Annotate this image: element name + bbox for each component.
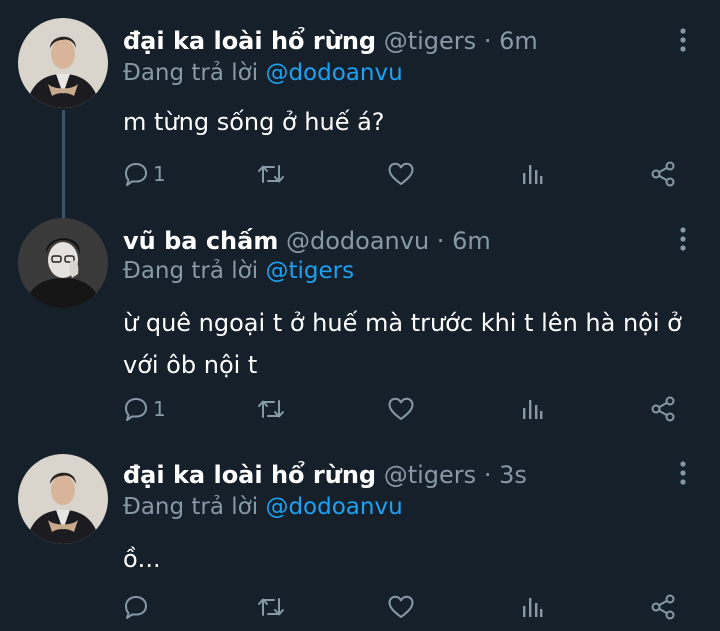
separator: · xyxy=(483,27,492,55)
mention-link[interactable]: @dodoanvu xyxy=(265,60,402,86)
analytics-button[interactable] xyxy=(520,591,544,623)
timestamp[interactable]: 3s xyxy=(499,461,527,489)
more-vertical-icon xyxy=(680,227,686,251)
more-options-button[interactable] xyxy=(672,460,694,486)
reply-count: 1 xyxy=(153,397,166,421)
tweet-header: đại ka loài hổ rừng @tigers · 6m xyxy=(123,26,538,56)
reply-button[interactable]: 1 xyxy=(123,393,166,425)
retweet-button[interactable] xyxy=(256,158,286,190)
display-name[interactable]: đại ka loài hổ rừng xyxy=(123,27,376,55)
retweet-icon xyxy=(258,400,284,418)
timestamp[interactable]: 6m xyxy=(499,27,538,55)
analytics-icon xyxy=(523,598,543,617)
like-button[interactable] xyxy=(387,393,415,425)
handle[interactable]: @tigers xyxy=(384,461,476,489)
tweet[interactable]: đại ka loài hổ rừng @tigers · 3s Đang tr… xyxy=(0,446,720,631)
handle[interactable]: @dodoanvu xyxy=(286,227,429,255)
tweet-text: ồ... xyxy=(123,545,161,573)
heart-icon xyxy=(388,162,414,185)
tweet-header: vũ ba chấm @dodoanvu · 6m xyxy=(123,226,491,256)
avatar-photo xyxy=(18,218,108,308)
display-name[interactable]: đại ka loài hổ rừng xyxy=(123,461,376,489)
avatar-photo xyxy=(18,18,108,108)
share-button[interactable] xyxy=(650,591,678,623)
like-button[interactable] xyxy=(387,591,415,623)
retweet-button[interactable] xyxy=(256,393,286,425)
avatar[interactable] xyxy=(18,218,108,308)
more-options-button[interactable] xyxy=(672,27,694,53)
separator: · xyxy=(483,461,492,489)
analytics-icon xyxy=(523,165,543,184)
share-icon xyxy=(651,396,675,422)
tweet-text: ừ quê ngoại t ở huế mà trước khi t lên h… xyxy=(123,309,682,379)
tweet[interactable]: vũ ba chấm @dodoanvu · 6m Đang trả lời @… xyxy=(0,218,720,446)
heart-icon xyxy=(388,595,414,618)
reply-button[interactable] xyxy=(123,591,153,623)
avatar[interactable] xyxy=(18,18,108,108)
analytics-button[interactable] xyxy=(520,158,544,190)
analytics-icon xyxy=(523,400,543,419)
reply-button[interactable]: 1 xyxy=(123,158,166,190)
replying-to: Đang trả lời @dodoanvu xyxy=(123,492,403,522)
tweet-header: đại ka loài hổ rừng @tigers · 3s xyxy=(123,460,527,490)
replying-to: Đang trả lời @tigers xyxy=(123,256,354,286)
tweet[interactable]: đại ka loài hổ rừng @tigers · 6m Đang tr… xyxy=(0,0,720,224)
avatar[interactable] xyxy=(18,454,108,544)
tweet-actions: 1 xyxy=(0,158,720,190)
share-button[interactable] xyxy=(650,158,678,190)
timestamp[interactable]: 6m xyxy=(452,227,491,255)
replying-to: Đang trả lời @dodoanvu xyxy=(123,58,403,88)
mention-link[interactable]: @tigers xyxy=(265,258,354,284)
display-name[interactable]: vũ ba chấm xyxy=(123,227,278,255)
tweet-text: m từng sống ở huế á? xyxy=(123,108,385,136)
reply-prefix: Đang trả lời xyxy=(123,60,259,86)
reply-icon xyxy=(125,163,147,186)
retweet-icon xyxy=(258,165,284,183)
reply-icon xyxy=(125,398,147,421)
retweet-button[interactable] xyxy=(256,591,286,623)
reply-prefix: Đang trả lời xyxy=(123,258,259,284)
analytics-button[interactable] xyxy=(520,393,544,425)
reply-prefix: Đang trả lời xyxy=(123,494,259,520)
avatar-photo xyxy=(18,454,108,544)
reply-count: 1 xyxy=(153,162,166,186)
handle[interactable]: @tigers xyxy=(384,27,476,55)
share-icon xyxy=(651,594,675,620)
tweet-actions xyxy=(0,591,720,623)
mention-link[interactable]: @dodoanvu xyxy=(265,494,402,520)
more-vertical-icon xyxy=(680,461,686,485)
share-icon xyxy=(651,161,675,187)
heart-icon xyxy=(388,397,414,420)
more-options-button[interactable] xyxy=(672,226,694,252)
like-button[interactable] xyxy=(387,158,415,190)
separator: · xyxy=(436,227,445,255)
retweet-icon xyxy=(258,598,284,616)
reply-icon xyxy=(125,596,147,619)
share-button[interactable] xyxy=(650,393,678,425)
tweet-actions: 1 xyxy=(0,393,720,425)
more-vertical-icon xyxy=(680,28,686,52)
